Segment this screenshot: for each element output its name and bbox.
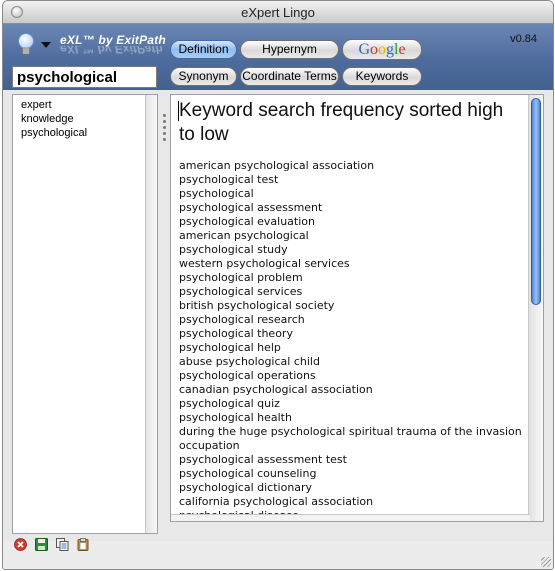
clear-icon[interactable] <box>14 538 27 551</box>
result-item: psychological counseling <box>179 467 317 480</box>
tab-synonym[interactable]: Synonym <box>170 67 237 86</box>
window-resize-grip[interactable] <box>541 557 551 567</box>
result-item: psychological test <box>179 173 279 186</box>
result-item: psychological quiz <box>179 397 280 410</box>
result-item: during the huge psychological spiritual … <box>179 425 522 452</box>
result-item: psychological operations <box>179 369 316 382</box>
results-horizontal-scrollbar[interactable] <box>171 514 530 521</box>
google-letter: e <box>398 41 406 58</box>
google-letter: o <box>370 41 378 58</box>
results-scrollbar[interactable] <box>528 95 543 521</box>
history-item[interactable]: psychological <box>21 126 87 140</box>
history-list-pane: expert knowledge psychological <box>12 94 158 534</box>
result-item: western psychological services <box>179 257 350 270</box>
chevron-down-icon[interactable] <box>41 42 51 48</box>
copy-icon[interactable] <box>56 538 69 551</box>
result-item: psychological assessment test <box>179 453 347 466</box>
brand-label: eXL™ by ExitPath <box>60 33 166 47</box>
lightbulb-icon[interactable] <box>17 32 35 58</box>
result-item: psychological health <box>179 411 292 424</box>
history-scrollbar[interactable] <box>145 95 157 533</box>
result-item: psychological assessment <box>179 201 323 214</box>
tab-keywords[interactable]: Keywords <box>342 67 422 86</box>
result-item: american psychological association <box>179 159 375 172</box>
tab-google[interactable]: Google <box>342 39 422 60</box>
paste-icon[interactable] <box>77 538 90 551</box>
window-title: eXpert Lingo <box>241 5 315 20</box>
result-item: canadian psychological association <box>179 383 373 396</box>
history-list: expert knowledge psychological <box>21 98 87 140</box>
result-item: psychological dictionary <box>179 481 313 494</box>
result-item: psychological study <box>179 243 288 256</box>
tab-hypernym[interactable]: Hypernym <box>240 40 339 59</box>
result-item: psychological theory <box>179 327 293 340</box>
results-scrollbar-thumb[interactable] <box>531 98 541 305</box>
app-window: eXpert Lingo eXL™ by ExitPath eXL™ by Ex… <box>2 0 554 570</box>
save-icon[interactable] <box>35 538 48 551</box>
result-item: abuse psychological child <box>179 355 320 368</box>
tab-coordinate-terms[interactable]: Coordinate Terms <box>240 67 339 86</box>
results-pane: Keyword search frequency sorted high to … <box>170 94 544 522</box>
result-item: psychological <box>179 187 254 200</box>
result-item: psychological help <box>179 341 281 354</box>
toolbar-header: eXL™ by ExitPath eXL™ by ExitPath v0.84 … <box>3 24 553 90</box>
title-bar[interactable]: eXpert Lingo <box>3 1 553 24</box>
result-item: psychological research <box>179 313 305 326</box>
brand-reflection: eXL™ by ExitPath <box>60 46 163 56</box>
result-item: california psychological association <box>179 495 374 508</box>
search-input[interactable] <box>12 66 157 88</box>
pane-splitter-handle[interactable] <box>163 114 166 144</box>
result-item: british psychological society <box>179 299 335 312</box>
google-letter: G <box>358 41 370 58</box>
result-item: psychological evaluation <box>179 215 315 228</box>
google-letter: g <box>386 41 394 58</box>
history-item[interactable]: expert <box>21 98 87 112</box>
version-label: v0.84 <box>510 33 537 45</box>
result-item: psychological problem <box>179 271 303 284</box>
tab-definition[interactable]: Definition <box>170 40 237 59</box>
result-item: american psychological <box>179 229 309 242</box>
history-item[interactable]: knowledge <box>21 112 87 126</box>
results-list: american psychological association psycho… <box>179 159 524 521</box>
results-heading: Keyword search frequency sorted high to … <box>179 100 504 145</box>
result-item: psychological services <box>179 285 303 298</box>
google-letter: o <box>378 41 386 58</box>
